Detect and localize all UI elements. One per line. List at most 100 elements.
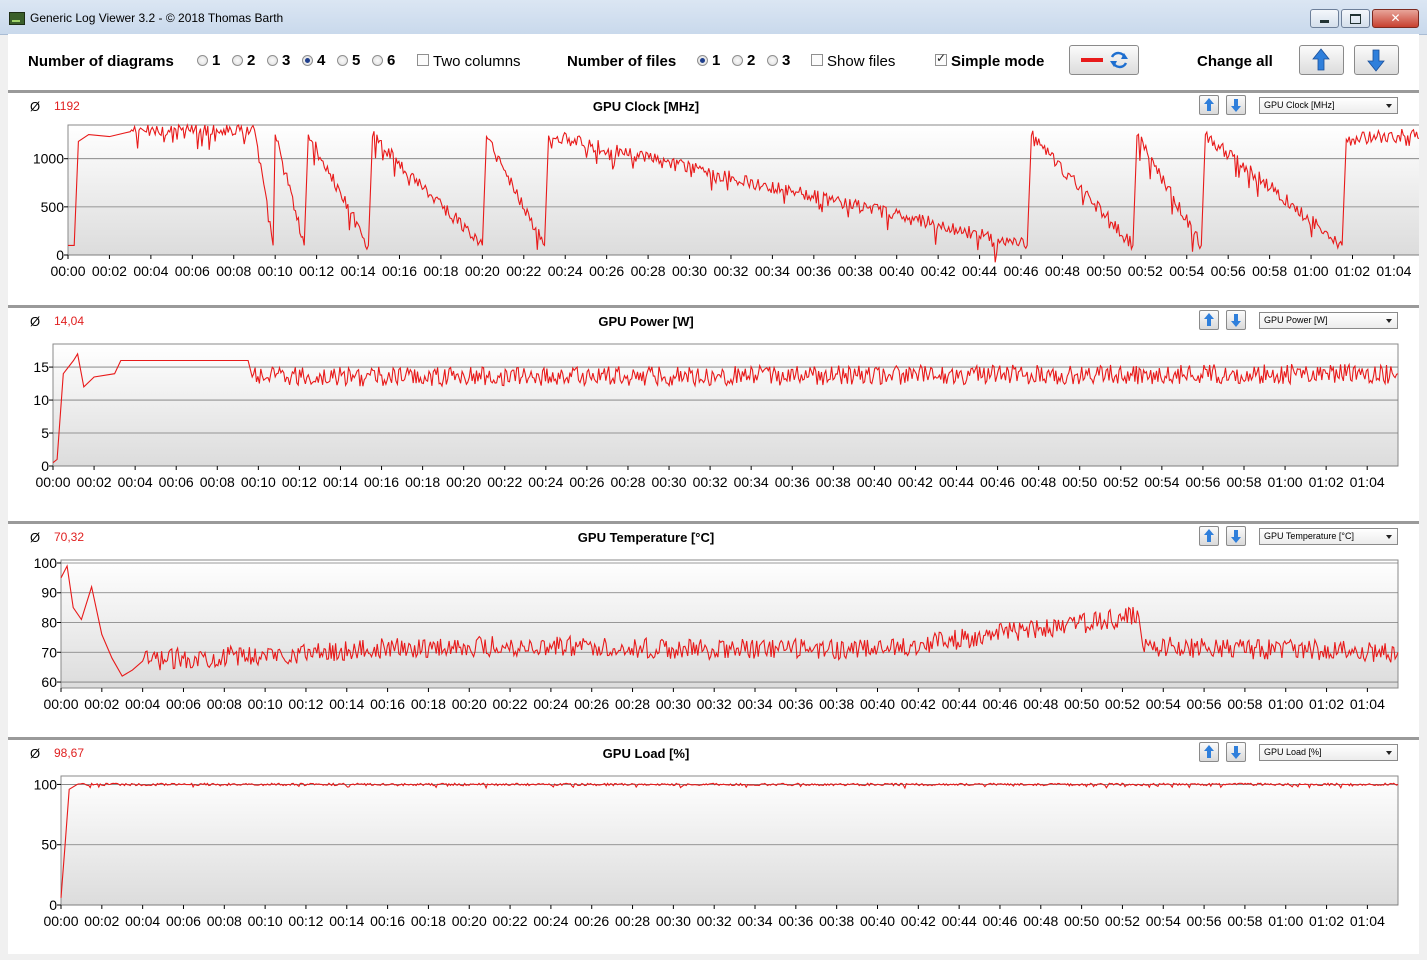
x-tick-label: 00:38 bbox=[816, 474, 851, 490]
x-tick-label: 00:04 bbox=[118, 474, 153, 490]
x-tick-label: 00:04 bbox=[133, 263, 168, 279]
diagrams-radio-4[interactable] bbox=[302, 55, 313, 66]
diagrams-radio-1[interactable] bbox=[197, 55, 208, 66]
x-tick-label: 00:26 bbox=[574, 696, 609, 712]
x-tick-label: 00:26 bbox=[569, 474, 604, 490]
simple-mode-label: Simple mode bbox=[951, 53, 1045, 70]
diagrams-radio-label-4: 4 bbox=[317, 52, 326, 69]
bottom-edge bbox=[8, 944, 1419, 954]
diagrams-radio-2[interactable] bbox=[232, 55, 243, 66]
x-tick-label: 01:02 bbox=[1309, 696, 1344, 712]
x-tick-label: 00:08 bbox=[200, 474, 235, 490]
files-radio-label-1: 1 bbox=[712, 52, 721, 69]
y-tick-label: 500 bbox=[41, 199, 65, 215]
x-tick-label: 01:00 bbox=[1268, 696, 1303, 712]
x-tick-label: 00:20 bbox=[452, 696, 487, 712]
x-tick-label: 00:16 bbox=[370, 913, 405, 929]
x-tick-label: 00:20 bbox=[452, 913, 487, 929]
x-tick-label: 00:44 bbox=[962, 263, 997, 279]
files-radio-3[interactable] bbox=[767, 55, 778, 66]
x-tick-label: 00:28 bbox=[615, 913, 650, 929]
simple-mode-checkbox[interactable] bbox=[935, 51, 947, 66]
files-radio-label-2: 2 bbox=[747, 52, 756, 69]
files-radio-1[interactable] bbox=[697, 55, 708, 66]
x-tick-label: 00:28 bbox=[610, 474, 645, 490]
chart-panel-1: Ø 1192 GPU Clock [MHz] GPU Clock [MHz] 0… bbox=[8, 90, 1419, 306]
x-tick-label: 00:50 bbox=[1086, 263, 1121, 279]
x-tick-label: 01:00 bbox=[1294, 263, 1329, 279]
line-color-button[interactable] bbox=[1069, 45, 1139, 75]
y-tick-label: 80 bbox=[41, 615, 57, 631]
x-tick-label: 00:22 bbox=[506, 263, 541, 279]
x-tick-label: 00:32 bbox=[693, 474, 728, 490]
x-tick-label: 00:38 bbox=[819, 696, 854, 712]
x-tick-label: 00:06 bbox=[159, 474, 194, 490]
x-tick-label: 00:44 bbox=[942, 696, 977, 712]
x-tick-label: 00:58 bbox=[1227, 696, 1262, 712]
two-columns-checkbox[interactable] bbox=[417, 54, 429, 66]
x-tick-label: 00:18 bbox=[405, 474, 440, 490]
x-tick-label: 00:48 bbox=[1023, 913, 1058, 929]
move-up-all-button[interactable] bbox=[1299, 45, 1344, 75]
y-tick-label: 100 bbox=[34, 776, 58, 792]
chart-panel-3: Ø 70,32 GPU Temperature [°C] GPU Tempera… bbox=[8, 521, 1419, 737]
x-tick-label: 00:52 bbox=[1103, 474, 1138, 490]
diagrams-radio-3[interactable] bbox=[267, 55, 278, 66]
y-tick-label: 100 bbox=[34, 555, 58, 571]
x-tick-label: 01:04 bbox=[1376, 263, 1411, 279]
x-tick-label: 00:54 bbox=[1144, 474, 1179, 490]
x-tick-label: 00:08 bbox=[207, 913, 242, 929]
show-files-checkbox[interactable] bbox=[811, 54, 823, 66]
x-tick-label: 00:16 bbox=[364, 474, 399, 490]
x-tick-label: 00:46 bbox=[982, 696, 1017, 712]
app-icon bbox=[9, 12, 25, 25]
window-title: Generic Log Viewer 3.2 - © 2018 Thomas B… bbox=[30, 11, 284, 25]
x-tick-label: 00:22 bbox=[493, 696, 528, 712]
x-tick-label: 00:00 bbox=[43, 696, 78, 712]
x-tick-label: 00:30 bbox=[656, 696, 691, 712]
files-radio-label-3: 3 bbox=[782, 52, 791, 69]
files-radio-2[interactable] bbox=[732, 55, 743, 66]
x-tick-label: 00:12 bbox=[288, 913, 323, 929]
x-tick-label: 00:56 bbox=[1185, 474, 1220, 490]
x-tick-label: 00:24 bbox=[548, 263, 583, 279]
red-line-icon bbox=[1081, 58, 1103, 62]
x-tick-label: 00:02 bbox=[92, 263, 127, 279]
x-tick-label: 00:10 bbox=[248, 696, 283, 712]
x-tick-label: 00:58 bbox=[1226, 474, 1261, 490]
x-tick-label: 00:06 bbox=[166, 913, 201, 929]
x-tick-label: 00:04 bbox=[125, 913, 160, 929]
maximize-button[interactable] bbox=[1341, 9, 1370, 28]
close-button[interactable]: ✕ bbox=[1372, 9, 1419, 28]
minimize-button[interactable] bbox=[1310, 9, 1339, 28]
x-tick-label: 00:32 bbox=[713, 263, 748, 279]
x-tick-label: 00:04 bbox=[125, 696, 160, 712]
x-tick-label: 00:42 bbox=[921, 263, 956, 279]
x-tick-label: 00:30 bbox=[656, 913, 691, 929]
x-tick-label: 01:04 bbox=[1350, 913, 1385, 929]
move-down-all-button[interactable] bbox=[1354, 45, 1399, 75]
x-tick-label: 00:56 bbox=[1211, 263, 1246, 279]
diagrams-radio-6[interactable] bbox=[372, 55, 383, 66]
x-tick-label: 00:24 bbox=[533, 696, 568, 712]
x-tick-label: 00:46 bbox=[1003, 263, 1038, 279]
x-tick-label: 00:56 bbox=[1187, 913, 1222, 929]
diagrams-radio-5[interactable] bbox=[337, 55, 348, 66]
x-tick-label: 00:30 bbox=[672, 263, 707, 279]
y-tick-label: 10 bbox=[33, 392, 49, 408]
x-tick-label: 01:02 bbox=[1335, 263, 1370, 279]
x-tick-label: 00:08 bbox=[207, 696, 242, 712]
x-tick-label: 00:38 bbox=[819, 913, 854, 929]
x-tick-label: 00:54 bbox=[1169, 263, 1204, 279]
x-tick-label: 00:46 bbox=[980, 474, 1015, 490]
x-tick-label: 00:00 bbox=[43, 913, 78, 929]
x-tick-label: 00:14 bbox=[323, 474, 358, 490]
two-columns-label: Two columns bbox=[433, 53, 521, 70]
x-tick-label: 00:20 bbox=[446, 474, 481, 490]
x-tick-label: 00:06 bbox=[175, 263, 210, 279]
x-tick-label: 00:46 bbox=[982, 913, 1017, 929]
x-tick-label: 00:30 bbox=[652, 474, 687, 490]
x-tick-label: 01:00 bbox=[1268, 474, 1303, 490]
x-tick-label: 00:24 bbox=[528, 474, 563, 490]
line-chart: 0 50 100 00:00 00:02 00:04 00:06 00:08 00:10 00:1… bbox=[34, 775, 1399, 929]
